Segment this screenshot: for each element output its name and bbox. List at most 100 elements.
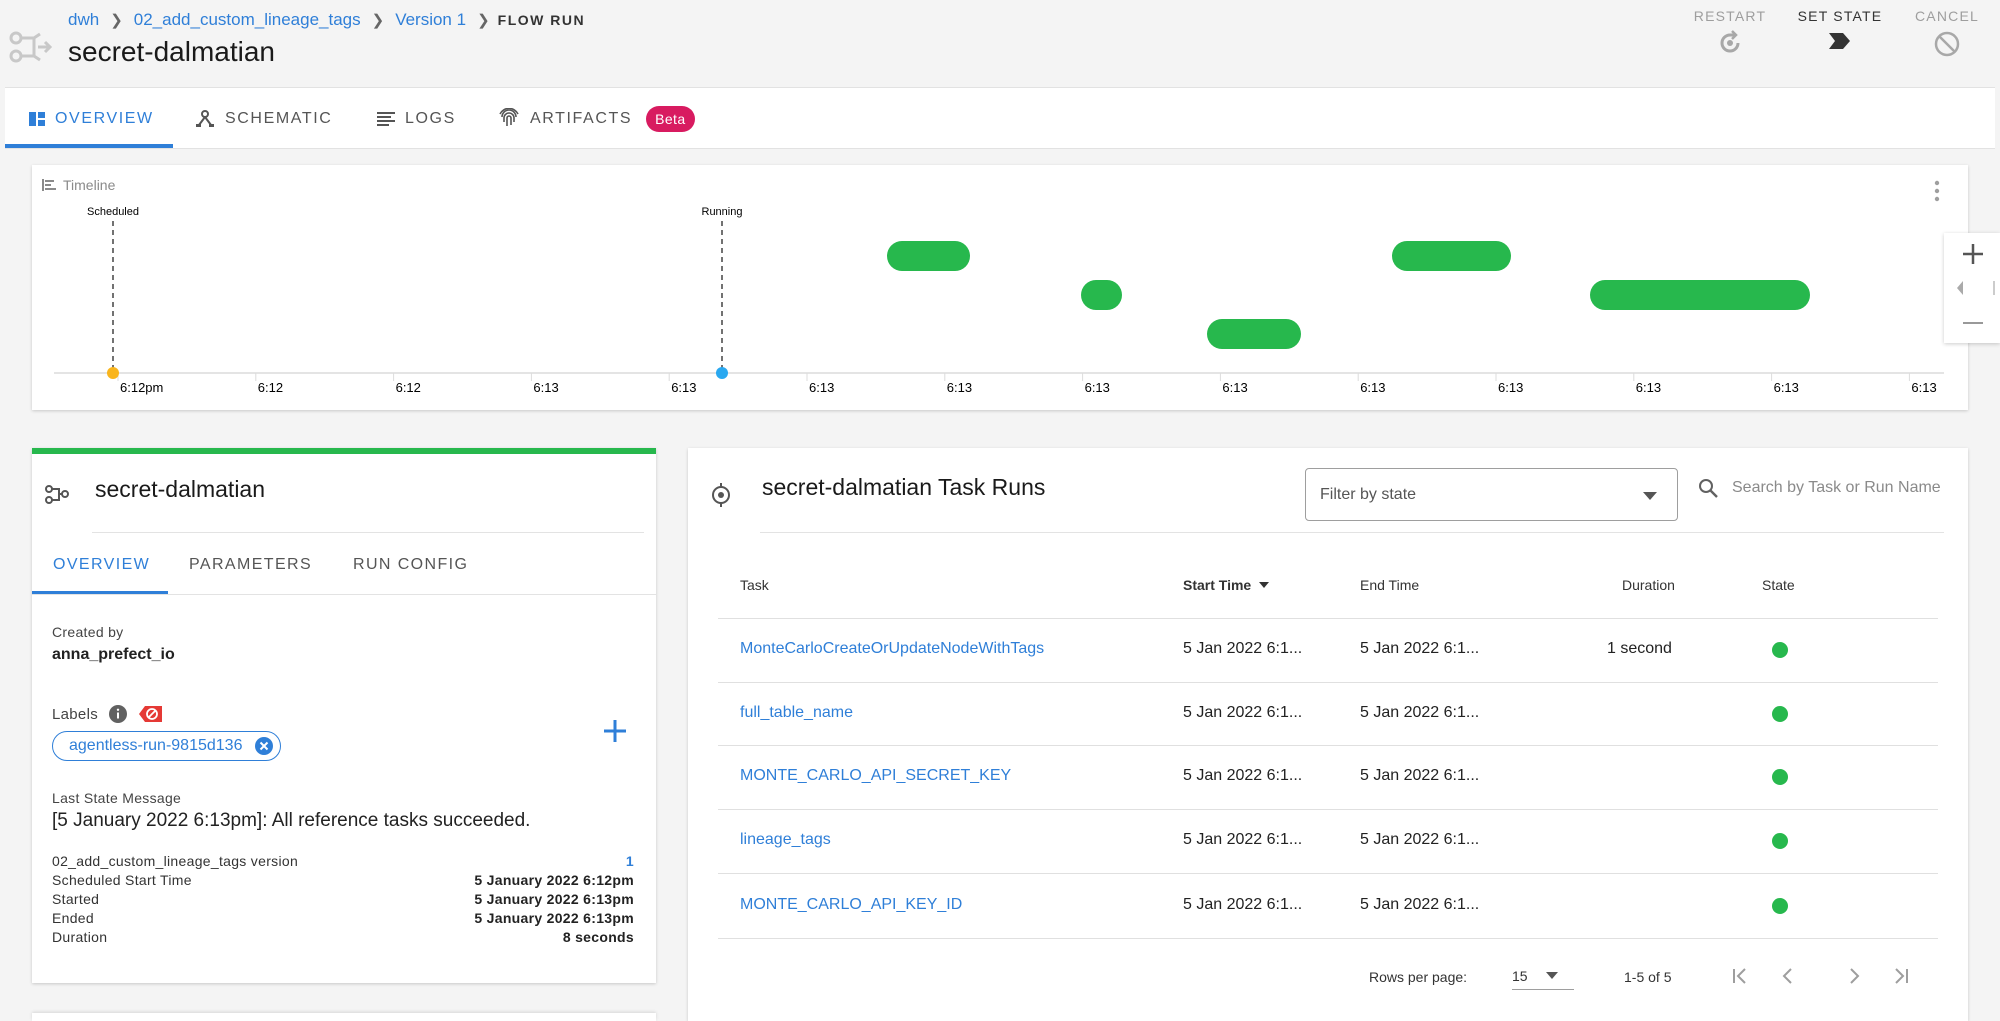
state-success-icon (1772, 642, 1788, 658)
column-header-state[interactable]: State (1762, 577, 1795, 593)
last-page-icon[interactable] (1891, 966, 1911, 986)
last-state-message: [5 January 2022 6:13pm]: All reference t… (52, 810, 531, 831)
restart-button[interactable]: RESTART (1685, 8, 1775, 56)
flow-run-details-card: secret-dalmatian OVERVIEW PARAMETERS RUN… (32, 448, 656, 983)
table-divider (718, 809, 1938, 810)
task-end-time: 5 Jan 2022 6:1... (1360, 767, 1480, 784)
task-end-time: 5 Jan 2022 6:1... (1360, 896, 1480, 913)
task-run-bar[interactable] (1590, 280, 1810, 310)
page-title: secret-dalmatian (68, 36, 275, 67)
tab-artifacts-label: ARTIFACTS (530, 110, 633, 127)
column-header-task[interactable]: Task (740, 577, 769, 593)
timeline-tick-label: 6:13 (809, 380, 834, 395)
zoom-out-icon[interactable] (1944, 307, 2000, 343)
label-chip[interactable]: agentless-run-9815d136 (52, 731, 282, 761)
task-run-bar[interactable] (1081, 280, 1122, 310)
meta-label: 02_add_custom_lineage_tags version (52, 853, 299, 869)
detail-tab-parameters[interactable]: PARAMETERS (189, 556, 312, 574)
restart-label: RESTART (1693, 8, 1767, 24)
meta-value: 8 seconds (562, 929, 634, 945)
previous-page-icon[interactable] (1778, 966, 1798, 986)
tab-artifacts[interactable]: ARTIFACTS Beta (498, 88, 695, 150)
task-run-bar[interactable] (1207, 319, 1301, 349)
task-start-time: 5 Jan 2022 6:1... (1183, 767, 1303, 784)
task-run-bar[interactable] (1392, 241, 1511, 271)
task-start-time: 5 Jan 2022 6:1... (1183, 896, 1303, 913)
task-end-time: 5 Jan 2022 6:1... (1360, 831, 1480, 848)
breadcrumb-version-link[interactable]: Version 1 (395, 10, 466, 30)
tab-overview[interactable]: OVERVIEW (29, 88, 154, 150)
task-runs-icon (710, 482, 732, 508)
set-state-label: SET STATE (1797, 8, 1883, 24)
divider (92, 532, 644, 533)
created-by-value: anna_prefect_io (52, 646, 175, 663)
chevron-right-icon: ❯ (371, 12, 385, 29)
task-run-bar[interactable] (887, 241, 970, 271)
task-name-link[interactable]: MONTE_CARLO_API_SECRET_KEY (740, 767, 1011, 785)
next-page-icon[interactable] (1844, 966, 1864, 986)
version-link[interactable]: 1 (626, 853, 634, 869)
detail-tab-run-config[interactable]: RUN CONFIG (353, 556, 468, 574)
task-search-input[interactable] (1732, 479, 1962, 497)
state-filter-select[interactable]: Filter by state (1305, 468, 1678, 521)
task-name-link[interactable]: MonteCarloCreateOrUpdateNodeWithTags (740, 640, 1044, 658)
meta-label: Scheduled Start Time (52, 872, 192, 888)
chevron-right-icon: ❯ (110, 12, 123, 29)
label-chip-text: agentless-run-9815d136 (69, 737, 243, 754)
scheduled-marker-dot[interactable] (107, 367, 119, 379)
breadcrumb-project-link[interactable]: dwh (68, 10, 99, 30)
detail-tab-overview[interactable]: OVERVIEW (53, 556, 150, 574)
cancel-button[interactable]: CANCEL (1902, 8, 1992, 58)
task-end-time: 5 Jan 2022 6:1... (1360, 640, 1480, 657)
timeline-tick-label: 6:13 (1360, 380, 1385, 395)
column-header-start-time[interactable]: Start Time (1183, 577, 1270, 593)
column-header-duration[interactable]: Duration (1622, 577, 1675, 593)
fingerprint-icon (499, 108, 519, 126)
timeline-zoom-controls (1944, 233, 2000, 343)
remove-label-icon[interactable] (254, 736, 274, 756)
breadcrumb-flow-link[interactable]: 02_add_custom_lineage_tags (134, 10, 361, 30)
label-off-icon[interactable] (138, 704, 164, 724)
labels-header: Labels (52, 704, 164, 724)
task-name-link[interactable]: MONTE_CARLO_API_KEY_ID (740, 896, 962, 914)
set-state-button[interactable]: SET STATE (1795, 8, 1885, 52)
task-search (1698, 478, 1962, 498)
task-start-time: 5 Jan 2022 6:1... (1183, 704, 1303, 721)
state-filter-placeholder: Filter by state (1320, 486, 1417, 503)
timeline-tick-label: 6:13 (1498, 380, 1523, 395)
caret-down-icon (1545, 972, 1558, 979)
zoom-in-icon[interactable] (1944, 233, 2000, 269)
timeline-tick-label: 6:13 (671, 380, 696, 395)
card-stub (32, 1013, 656, 1021)
caret-down-icon (1643, 492, 1657, 500)
meta-row-started: Started 5 January 2022 6:13pm (52, 891, 634, 907)
meta-row-scheduled-start: Scheduled Start Time 5 January 2022 6:12… (52, 872, 634, 888)
column-header-end-time[interactable]: End Time (1360, 577, 1419, 593)
running-marker-dot[interactable] (716, 367, 728, 379)
meta-row-ended: Ended 5 January 2022 6:13pm (52, 910, 634, 926)
timeline-tick-label: 6:13 (533, 380, 558, 395)
timeline-tick-label: 6:12 (396, 380, 421, 395)
timeline-tick-label: 6:13 (1911, 380, 1936, 395)
meta-value: 5 January 2022 6:13pm (474, 910, 634, 926)
meta-label: Duration (52, 929, 108, 945)
meta-row-version: 02_add_custom_lineage_tags version 1 (52, 853, 634, 869)
task-name-link[interactable]: lineage_tags (740, 831, 831, 849)
tab-schematic[interactable]: SCHEMATIC (195, 88, 332, 150)
task-name-link[interactable]: full_table_name (740, 704, 853, 722)
table-divider (718, 618, 1938, 619)
timeline-card: Timeline 6:12pm 6:12 6:12 6:13 6:13 6:13 6:13 6… (32, 165, 1968, 410)
meta-row-duration: Duration 8 seconds (52, 929, 634, 945)
rows-per-page-select[interactable]: 15 (1512, 962, 1574, 990)
labels-label: Labels (52, 705, 99, 723)
rows-per-page-label: Rows per page: (1369, 969, 1468, 985)
running-marker-label: Running (702, 206, 743, 218)
tab-logs[interactable]: LOGS (377, 88, 456, 150)
add-label-icon[interactable] (602, 718, 628, 744)
created-by-label: Created by (52, 624, 124, 640)
page-header: dwh ❯ 02_add_custom_lineage_tags ❯ Versi… (0, 0, 2000, 86)
first-page-icon[interactable] (1730, 966, 1750, 986)
chevron-left-icon[interactable] (1957, 281, 1995, 295)
info-icon[interactable] (108, 704, 128, 724)
state-success-icon (1772, 706, 1788, 722)
